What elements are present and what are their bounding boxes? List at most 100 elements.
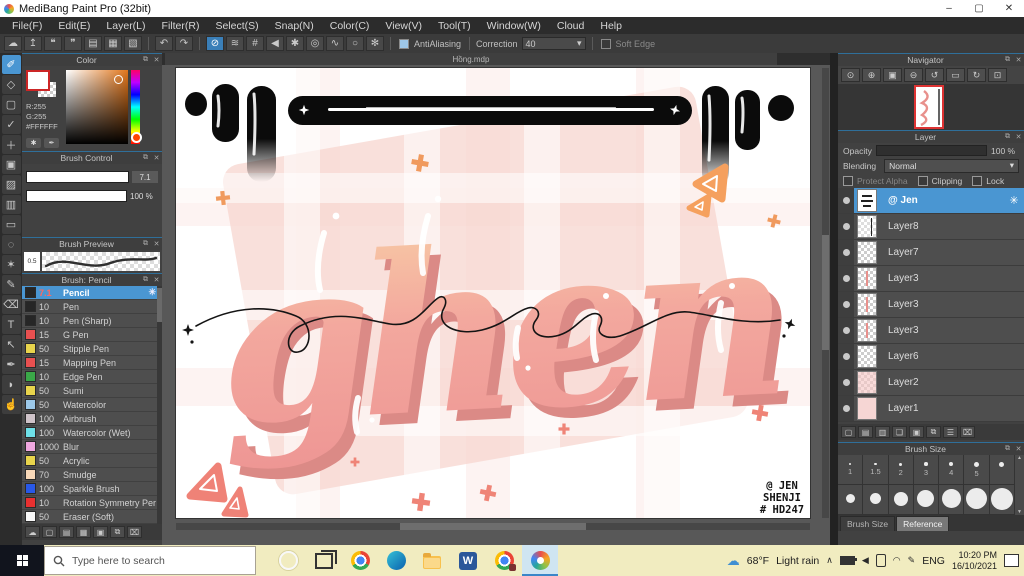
hand-tool[interactable]: ☝	[1, 395, 21, 414]
chrome-profile-button[interactable]	[486, 545, 522, 576]
add-pixel-layer-icon[interactable]: ▤	[858, 426, 873, 438]
navigator-preview[interactable]	[838, 84, 1024, 130]
canvas[interactable]: ghen ghen @ JEN SHENJI # HD247	[176, 68, 810, 518]
taskbar-search[interactable]: Type here to search	[44, 546, 256, 575]
document-icon[interactable]: ▤	[84, 36, 102, 51]
close-icon[interactable]: ✕	[151, 240, 162, 248]
layer-settings-icon[interactable]: ✳	[1004, 188, 1024, 213]
folder-icon[interactable]: ▣	[909, 426, 924, 438]
close-icon[interactable]: ✕	[1013, 133, 1024, 141]
snap-grid-icon[interactable]: #	[246, 36, 264, 51]
layer-row[interactable]: Layer7 ✳	[838, 240, 1024, 266]
snap-ellipse-icon[interactable]: ○	[346, 36, 364, 51]
operation-tool[interactable]: ↖	[1, 335, 21, 354]
brush-size-cell[interactable]	[838, 485, 864, 515]
brush-item[interactable]: 100 Airbrush ✳	[22, 412, 162, 426]
menu-item[interactable]: Snap(N)	[267, 19, 322, 33]
layer-visibility-toggle[interactable]	[838, 292, 854, 317]
popout-icon[interactable]: ⧉	[140, 240, 151, 248]
close-icon[interactable]: ✕	[151, 276, 162, 284]
weather-temp[interactable]: 68°F	[747, 555, 769, 567]
menu-item[interactable]: Filter(R)	[154, 19, 208, 33]
restore-button[interactable]: ▢	[964, 0, 994, 17]
brush-item[interactable]: 50 Eraser (Soft) ✳	[22, 510, 162, 524]
foreground-color-swatch[interactable]	[26, 70, 50, 91]
cloud-sync-icon[interactable]: ☁	[4, 36, 22, 51]
publish-icon[interactable]: ↥	[24, 36, 42, 51]
hue-cursor[interactable]	[131, 132, 142, 143]
brush-item[interactable]: 100 Sparkle Brush ✳	[22, 482, 162, 496]
protect-alpha-checkbox[interactable]	[843, 175, 853, 186]
zoom-in-icon[interactable]: ⊕	[862, 68, 881, 82]
brush-size-cell[interactable]: 1	[838, 455, 864, 485]
brush-item[interactable]: 10 Pen ✳	[22, 300, 162, 314]
snap-parallel-icon[interactable]: ≋	[226, 36, 244, 51]
hue-slider[interactable]	[131, 70, 142, 144]
add-layer-icon[interactable]: ▢	[841, 426, 856, 438]
layer-visibility-toggle[interactable]	[838, 344, 854, 369]
redo-icon[interactable]: ↷	[175, 36, 193, 51]
duplicate-brush-icon[interactable]: ⧉	[110, 526, 125, 538]
color-mode-button[interactable]: ✱	[26, 138, 41, 148]
duplicate-layer-icon[interactable]: ⧉	[926, 426, 941, 438]
fill-rect-tool[interactable]: ▣	[1, 155, 21, 174]
brush-item[interactable]: 10 Edge Pen ✳	[22, 370, 162, 384]
panel-edit-icon[interactable]: ▧	[124, 36, 142, 51]
popout-icon[interactable]: ⧉	[1002, 445, 1013, 453]
rotate-ccw-icon[interactable]: ↺	[925, 68, 944, 82]
canvas-tab[interactable]: Hồng.mdp	[165, 53, 777, 65]
blending-select[interactable]: Normal ▾	[884, 158, 1019, 173]
layer-visibility-toggle[interactable]	[838, 214, 854, 239]
close-icon[interactable]: ✕	[151, 154, 162, 162]
sv-cursor[interactable]	[114, 75, 123, 84]
eyedropper-tool[interactable]: ✒	[1, 355, 21, 374]
close-icon[interactable]: ✕	[151, 56, 162, 64]
layer-visibility-toggle[interactable]	[838, 266, 854, 291]
brush-tool[interactable]: ✐	[1, 55, 21, 74]
language-indicator[interactable]: ENG	[922, 555, 945, 567]
battery-icon[interactable]	[839, 556, 857, 565]
action-center-icon[interactable]	[1004, 554, 1019, 567]
fit-screen-icon[interactable]: ▣	[883, 68, 902, 82]
menu-item[interactable]: Tool(T)	[430, 19, 479, 33]
snap-settings-icon[interactable]: ✻	[366, 36, 384, 51]
menu-item[interactable]: Layer(L)	[98, 19, 153, 33]
layer-visibility-toggle[interactable]	[838, 240, 854, 265]
brush-item[interactable]: 15 Mapping Pen ✳	[22, 356, 162, 370]
magic-wand-tool[interactable]: ✶	[1, 255, 21, 274]
layer-visibility-toggle[interactable]	[838, 318, 854, 343]
close-icon[interactable]: ✕	[1013, 445, 1024, 453]
layer-row[interactable]: Layer1 ✳	[838, 396, 1024, 422]
edge-button[interactable]	[378, 545, 414, 576]
popout-icon[interactable]: ⧉	[140, 154, 151, 162]
menu-item[interactable]: File(F)	[4, 19, 50, 33]
weather-icon[interactable]: ☁	[727, 553, 740, 569]
saturation-value-picker[interactable]	[66, 70, 128, 144]
brush-item[interactable]: 50 Stipple Pen ✳	[22, 342, 162, 356]
text-tool[interactable]: T	[1, 315, 21, 334]
brush-item[interactable]: 100 Watercolor (Wet) ✳	[22, 426, 162, 440]
brush-size-scrollbar[interactable]: ▲ ▼	[1014, 455, 1024, 515]
clock[interactable]: 10:20 PM 16/10/2021	[952, 550, 997, 572]
brush-item[interactable]: 10 Pen (Sharp) ✳	[22, 314, 162, 328]
pen-tool[interactable]: ◗	[1, 375, 21, 394]
hidden-icons-chevron[interactable]: ∧	[826, 555, 833, 566]
brush-item[interactable]: 7.1 Pencil ✳	[22, 286, 162, 300]
layer-row[interactable]: @ Jen ✳	[838, 188, 1024, 214]
lock-icon[interactable]: ⊡	[988, 68, 1007, 82]
soft-edge-checkbox[interactable]	[600, 38, 611, 49]
task-view-button[interactable]	[306, 545, 342, 576]
correction-select[interactable]: 40 ▾	[521, 37, 586, 50]
panel-layout-icon[interactable]: ▦	[104, 36, 122, 51]
chrome-button[interactable]	[342, 545, 378, 576]
menu-item[interactable]: Color(C)	[322, 19, 378, 33]
rotate-cw-icon[interactable]: ↻	[967, 68, 986, 82]
popout-icon[interactable]: ⧉	[140, 56, 151, 64]
brush-size-cell[interactable]	[989, 485, 1015, 515]
scroll-up-icon[interactable]: ▲	[1017, 455, 1022, 461]
delete-layer-icon[interactable]: ⌧	[960, 426, 975, 438]
brush-size-cell[interactable]	[888, 485, 914, 515]
pen-icon[interactable]: ✎	[908, 555, 916, 566]
feedback-icon[interactable]: ❞	[64, 36, 82, 51]
speaker-icon[interactable]: ◀	[862, 555, 869, 566]
